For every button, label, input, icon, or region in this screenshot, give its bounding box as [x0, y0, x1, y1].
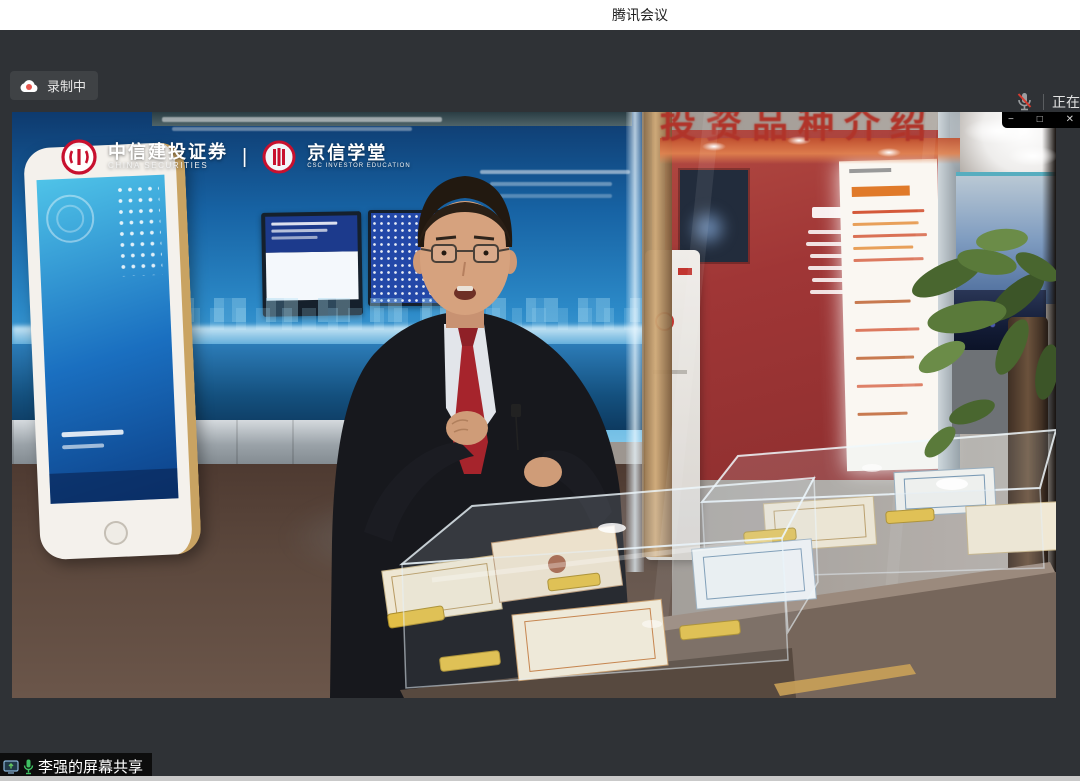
- window-title: 腾讯会议: [612, 5, 668, 25]
- brand-watermark: 中信建投证券 CHINA SECURITIES | 京信学堂 CSC INVES…: [60, 138, 411, 176]
- microphone-muted-icon[interactable]: [1016, 92, 1033, 112]
- brand1-en: CHINA SECURITIES: [108, 162, 228, 170]
- right-fist: [446, 411, 488, 445]
- restore-button[interactable]: □: [1037, 112, 1043, 128]
- status-area: 正在: [1016, 90, 1080, 114]
- recording-label: 录制中: [47, 76, 86, 95]
- recording-badge[interactable]: 录制中: [10, 71, 98, 100]
- meeting-app-surface: 录制中 正在: [0, 30, 1080, 781]
- close-button[interactable]: ✕: [1066, 112, 1074, 128]
- lavalier-mic: [511, 404, 521, 417]
- scene-foreground: [12, 112, 1056, 698]
- investor-education-logo-icon: [261, 139, 297, 175]
- titlebar: 腾讯会议: [0, 0, 1080, 30]
- minimize-button[interactable]: −: [1008, 112, 1014, 128]
- screen-share-label: 李强的屏幕共享: [38, 756, 143, 777]
- brand2-en: CSC INVESTOR EDUCATION: [307, 163, 410, 169]
- brand1-cn: 中信建投证券: [108, 143, 228, 162]
- screen-share-icon: [3, 760, 19, 774]
- microphone-active-icon: [23, 759, 34, 775]
- brand-separator: |: [242, 146, 247, 169]
- shared-screen-video: 投资品种介绍: [12, 112, 1056, 698]
- left-hand: [524, 457, 562, 487]
- cloud-recording-icon: [19, 79, 39, 93]
- status-text: 正在: [1052, 92, 1080, 112]
- plant-leaves: [907, 227, 1056, 463]
- brand2-text: 京信学堂 CSC INVESTOR EDUCATION: [307, 144, 410, 169]
- status-divider: [1043, 94, 1044, 110]
- brand1-text: 中信建投证券 CHINA SECURITIES: [108, 143, 228, 170]
- china-securities-logo-icon: [60, 138, 98, 176]
- brand2-cn: 京信学堂: [307, 144, 410, 163]
- video-window-controls: − □ ✕: [1002, 112, 1080, 128]
- bottom-window-edge: [0, 776, 1080, 781]
